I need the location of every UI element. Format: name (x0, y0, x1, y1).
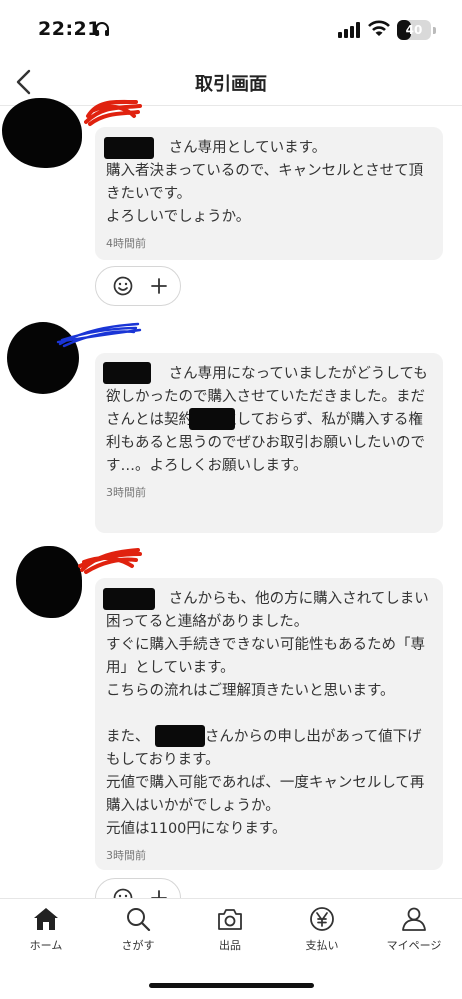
message-bubble: さん専用になっていましたがどうしても欲しかったので購入させていただきました。まだ… (95, 353, 443, 533)
nav-header: 取引画面 (0, 60, 462, 106)
redacted-name (103, 362, 151, 384)
name-scribble (56, 322, 142, 348)
battery-indicator: 40 (397, 20, 431, 40)
tab-label: 出品 (219, 939, 241, 952)
redacted-name (155, 725, 205, 747)
status-time: 22:21 (38, 18, 101, 40)
search-icon (127, 908, 151, 931)
message-bubble: さんからも、他の方に購入されてしまい困ってると連絡がありました。 すぐに購入手続… (95, 578, 443, 870)
reaction-bar (95, 266, 181, 306)
message-time: 3時間前 (106, 849, 146, 862)
tab-label: さがす (121, 939, 155, 952)
message-bubble: さん専用としています。 購入者決まっているので、キャンセルとさせて頂きたいです。… (95, 127, 443, 260)
smile-icon[interactable] (113, 276, 133, 296)
redacted-name (104, 137, 154, 159)
tab-search[interactable]: さがす (92, 907, 184, 953)
tab-label: マイページ (386, 939, 442, 952)
yen-icon (310, 907, 334, 931)
message-time: 4時間前 (106, 237, 146, 250)
avatar (2, 98, 82, 168)
home-indicator (149, 983, 314, 988)
tab-label: 支払い (305, 939, 339, 952)
tab-home[interactable]: ホーム (0, 907, 92, 953)
redacted-name (189, 408, 235, 430)
tab-payment[interactable]: 支払い (276, 907, 368, 953)
cellular-signal-icon (338, 22, 360, 38)
status-bar: 22:21 40 (0, 0, 462, 60)
message-time: 3時間前 (106, 486, 146, 499)
tab-sell[interactable]: 出品 (184, 907, 276, 953)
redacted-name (103, 588, 155, 610)
page-title: 取引画面 (195, 74, 267, 95)
wifi-icon (368, 20, 390, 36)
person-icon (402, 907, 426, 931)
headphones-icon (95, 22, 109, 36)
tab-label: ホーム (29, 939, 63, 952)
message-text: さん専用になっていましたがどうしても欲しかったので購入させていただきました。まだ… (106, 366, 428, 474)
avatar (16, 546, 82, 618)
message-text: さん専用としています。 購入者決まっているので、キャンセルとさせて頂きたいです。… (106, 140, 424, 225)
home-icon (34, 908, 58, 930)
name-scribble (84, 99, 142, 126)
tab-mypage[interactable]: マイページ (368, 907, 460, 953)
message-text: さんからも、他の方に購入されてしまい困ってると連絡がありました。 すぐに購入手続… (106, 591, 429, 837)
camera-icon (218, 909, 242, 930)
name-scribble (78, 548, 142, 574)
battery-cap (433, 27, 436, 34)
battery-percent: 40 (405, 23, 423, 37)
add-reaction-icon[interactable] (150, 277, 168, 295)
